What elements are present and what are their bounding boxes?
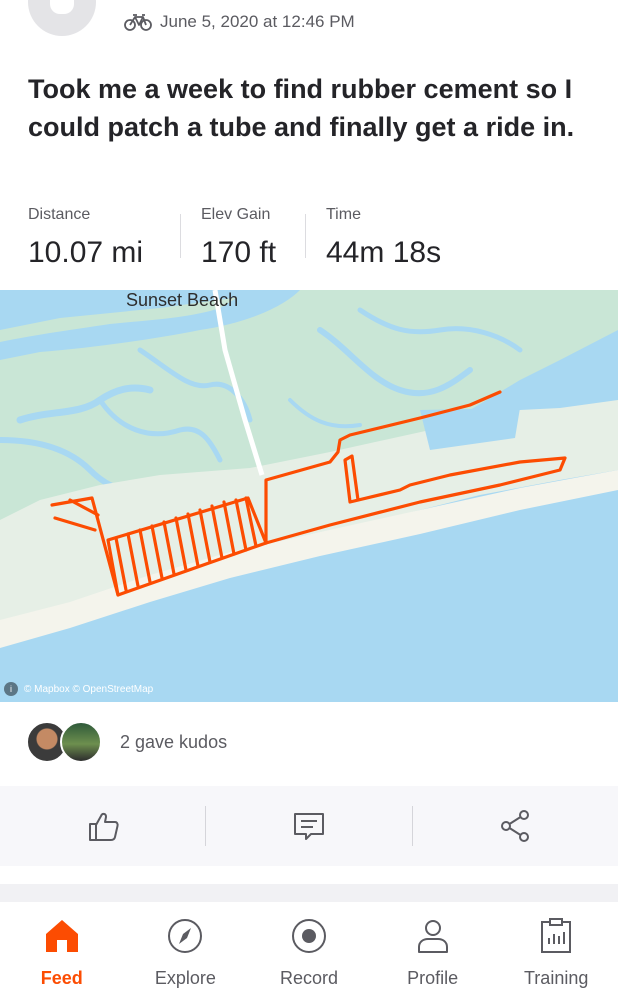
post-header: June 5, 2020 at 12:46 PM xyxy=(0,0,618,50)
compass-icon xyxy=(168,919,203,953)
stat-distance: Distance 10.07 mi xyxy=(28,206,180,270)
training-icon xyxy=(541,918,572,953)
bottom-tab-bar: Feed Explore Record Profile Training xyxy=(0,902,618,1000)
bike-icon xyxy=(124,14,152,31)
stat-value: 170 ft xyxy=(201,236,277,269)
tab-label: Record xyxy=(279,968,338,988)
post-meta: June 5, 2020 at 12:46 PM xyxy=(124,12,355,32)
comment-button[interactable] xyxy=(206,786,411,866)
map-attribution[interactable]: i © Mapbox © OpenStreetMap xyxy=(4,682,153,696)
stat-label: Distance xyxy=(28,206,91,223)
kudo-avatar xyxy=(60,721,102,763)
tab-feed[interactable]: Feed xyxy=(0,902,124,1000)
activity-title[interactable]: Took me a week to find rubber cement so … xyxy=(28,70,588,146)
map-place-label: Sunset Beach xyxy=(126,290,239,310)
share-button[interactable] xyxy=(413,786,618,866)
stat-time: Time 44m 18s xyxy=(306,206,466,270)
stat-value: 44m 18s xyxy=(326,236,442,269)
route-map[interactable]: Sunset Beach i © Mapbox © OpenStreetMap xyxy=(0,290,618,702)
tab-label: Profile xyxy=(407,968,459,988)
activity-stats: Distance 10.07 mi Elev Gain 170 ft Time … xyxy=(28,206,466,270)
tab-label: Explore xyxy=(154,968,216,988)
stat-value: 10.07 mi xyxy=(28,236,144,269)
tab-label: Training xyxy=(523,968,589,988)
athlete-avatar[interactable] xyxy=(28,0,96,36)
info-icon[interactable]: i xyxy=(4,682,18,696)
attribution-text: © Mapbox © OpenStreetMap xyxy=(24,683,154,695)
share-icon xyxy=(501,810,530,842)
tab-training[interactable]: Training xyxy=(494,902,618,1000)
comment-icon xyxy=(293,813,324,840)
profile-icon xyxy=(417,920,448,953)
stat-label: Elev Gain xyxy=(201,206,271,223)
avatar-placeholder-icon xyxy=(50,0,74,14)
kudos-row[interactable]: 2 gave kudos xyxy=(26,720,227,764)
home-icon xyxy=(45,920,78,952)
activity-actions xyxy=(0,786,618,866)
post-date: June 5, 2020 at 12:46 PM xyxy=(160,12,355,31)
tab-record[interactable]: Record xyxy=(247,902,371,1000)
kudos-button[interactable] xyxy=(0,786,205,866)
section-separator xyxy=(0,884,618,902)
thumbs-up-icon xyxy=(88,812,119,841)
map-canvas xyxy=(0,290,618,702)
kudos-count: 2 gave kudos xyxy=(120,731,228,752)
tab-explore[interactable]: Explore xyxy=(124,902,248,1000)
record-icon xyxy=(291,919,326,953)
stat-label: Time xyxy=(326,206,361,223)
tab-profile[interactable]: Profile xyxy=(371,902,495,1000)
tab-label: Feed xyxy=(40,968,83,988)
stat-elev-gain: Elev Gain 170 ft xyxy=(181,206,305,270)
